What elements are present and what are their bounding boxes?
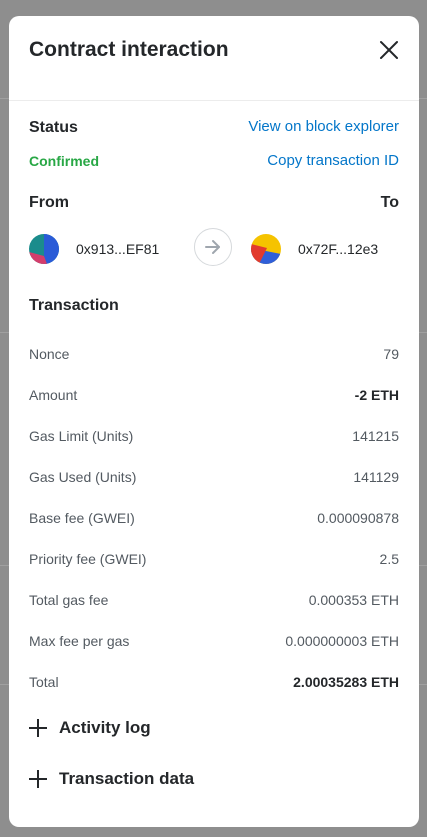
amount-row: Amount -2 ETH xyxy=(29,374,399,415)
transaction-section-label: Transaction xyxy=(29,297,119,314)
transaction-data-label: Transaction data xyxy=(59,769,195,788)
row-label: Max fee per gas xyxy=(29,632,130,649)
gas-used-row: Gas Used (Units) 141129 xyxy=(29,456,399,497)
modal-header: Contract interaction xyxy=(9,16,419,88)
activity-log-toggle[interactable]: Activity log xyxy=(29,713,151,743)
row-label: Gas Used (Units) xyxy=(29,468,137,485)
arrow-right-icon xyxy=(194,228,232,266)
priority-fee-row: Priority fee (GWEI) 2.5 xyxy=(29,538,399,579)
total-row: Total 2.00035283 ETH xyxy=(29,661,399,702)
activity-log-label: Activity log xyxy=(59,718,151,737)
row-label: Amount xyxy=(29,386,78,403)
status-label: Status xyxy=(29,119,78,136)
row-label: Base fee (GWEI) xyxy=(29,509,135,526)
total-gas-fee-row: Total gas fee 0.000353 ETH xyxy=(29,579,399,620)
max-fee-per-gas-row: Max fee per gas 0.000000003 ETH xyxy=(29,620,399,661)
row-label: Priority fee (GWEI) xyxy=(29,550,147,567)
from-label: From xyxy=(29,194,69,211)
from-account[interactable]: 0x913...EF81 xyxy=(29,232,159,266)
row-value: 2.5 xyxy=(379,550,399,567)
close-button[interactable] xyxy=(375,36,403,64)
row-value: 79 xyxy=(383,345,399,362)
row-value: 141215 xyxy=(352,427,399,444)
row-value: 141129 xyxy=(353,468,399,485)
status-badge: Confirmed xyxy=(29,153,99,169)
to-address: 0x72F...12e3 xyxy=(298,241,379,257)
row-value: 0.000000003 ETH xyxy=(285,632,399,649)
copy-transaction-id-link[interactable]: Copy transaction ID xyxy=(267,152,399,169)
gas-limit-row: Gas Limit (Units) 141215 xyxy=(29,415,399,456)
row-value: 0.000090878 xyxy=(317,509,399,526)
from-account-avatar xyxy=(29,234,59,264)
to-account-avatar xyxy=(251,234,281,264)
view-on-block-explorer-link[interactable]: View on block explorer xyxy=(248,118,399,135)
transaction-data-toggle[interactable]: Transaction data xyxy=(29,764,194,794)
plus-icon xyxy=(29,769,49,789)
row-label: Nonce xyxy=(29,345,70,362)
modal-title: Contract interaction xyxy=(29,38,229,61)
base-fee-row: Base fee (GWEI) 0.000090878 xyxy=(29,497,399,538)
row-value: 0.000353 ETH xyxy=(308,591,399,608)
row-label: Total xyxy=(29,673,59,690)
nonce-row: Nonce 79 xyxy=(29,333,399,374)
to-label: To xyxy=(380,194,399,211)
close-icon xyxy=(380,41,398,59)
transaction-details-list: Nonce 79 Amount -2 ETH Gas Limit (Units)… xyxy=(29,333,399,702)
row-label: Total gas fee xyxy=(29,591,109,608)
transaction-details-modal: Contract interaction Status Confirmed Vi… xyxy=(9,16,419,827)
row-value: -2 ETH xyxy=(354,386,399,403)
from-address: 0x913...EF81 xyxy=(76,241,160,257)
row-label: Gas Limit (Units) xyxy=(29,427,134,444)
plus-icon xyxy=(29,718,49,738)
row-value: 2.00035283 ETH xyxy=(293,673,399,690)
to-account[interactable]: 0x72F...12e3 xyxy=(251,232,378,266)
header-divider xyxy=(9,100,419,101)
